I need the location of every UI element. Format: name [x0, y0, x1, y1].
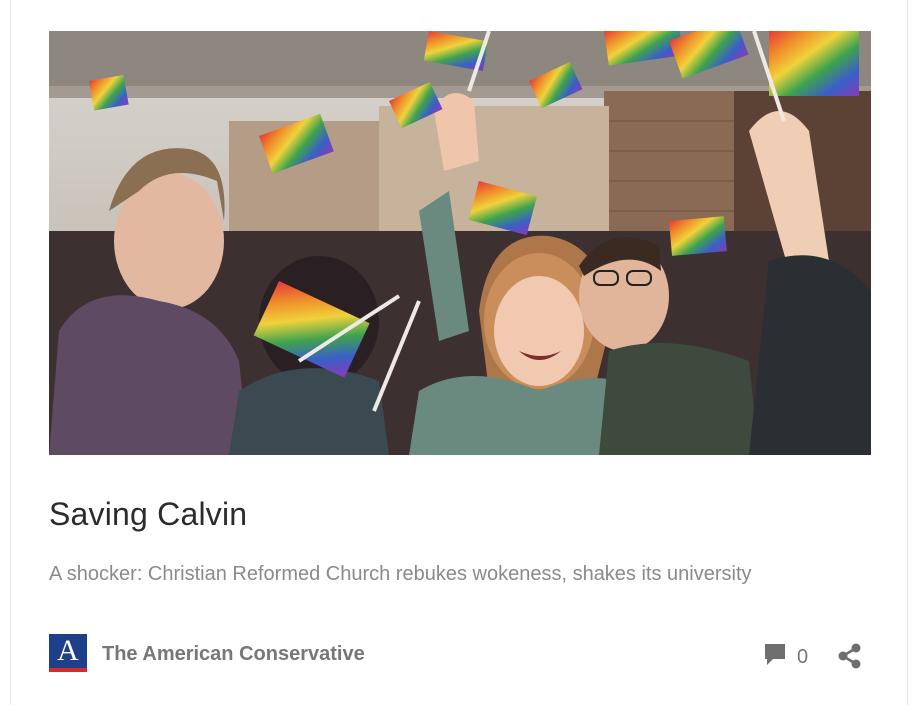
article-subtitle: A shocker: Christian Reformed Church reb…: [49, 563, 752, 585]
source-logo-letter: A: [57, 634, 79, 667]
comment-bubble-icon: [763, 642, 787, 673]
photo-students-rainbow-flags: [49, 31, 871, 455]
comment-count: 0: [797, 645, 809, 668]
source-name-link[interactable]: The American Conservative: [102, 643, 365, 666]
comments-button[interactable]: 0: [763, 642, 809, 673]
share-icon: [836, 643, 864, 674]
article-image[interactable]: [49, 31, 871, 455]
source-logo-stripe: [49, 668, 87, 672]
share-button[interactable]: [836, 642, 864, 675]
article-title[interactable]: Saving Calvin: [49, 496, 247, 533]
source-logo[interactable]: A: [49, 634, 87, 672]
